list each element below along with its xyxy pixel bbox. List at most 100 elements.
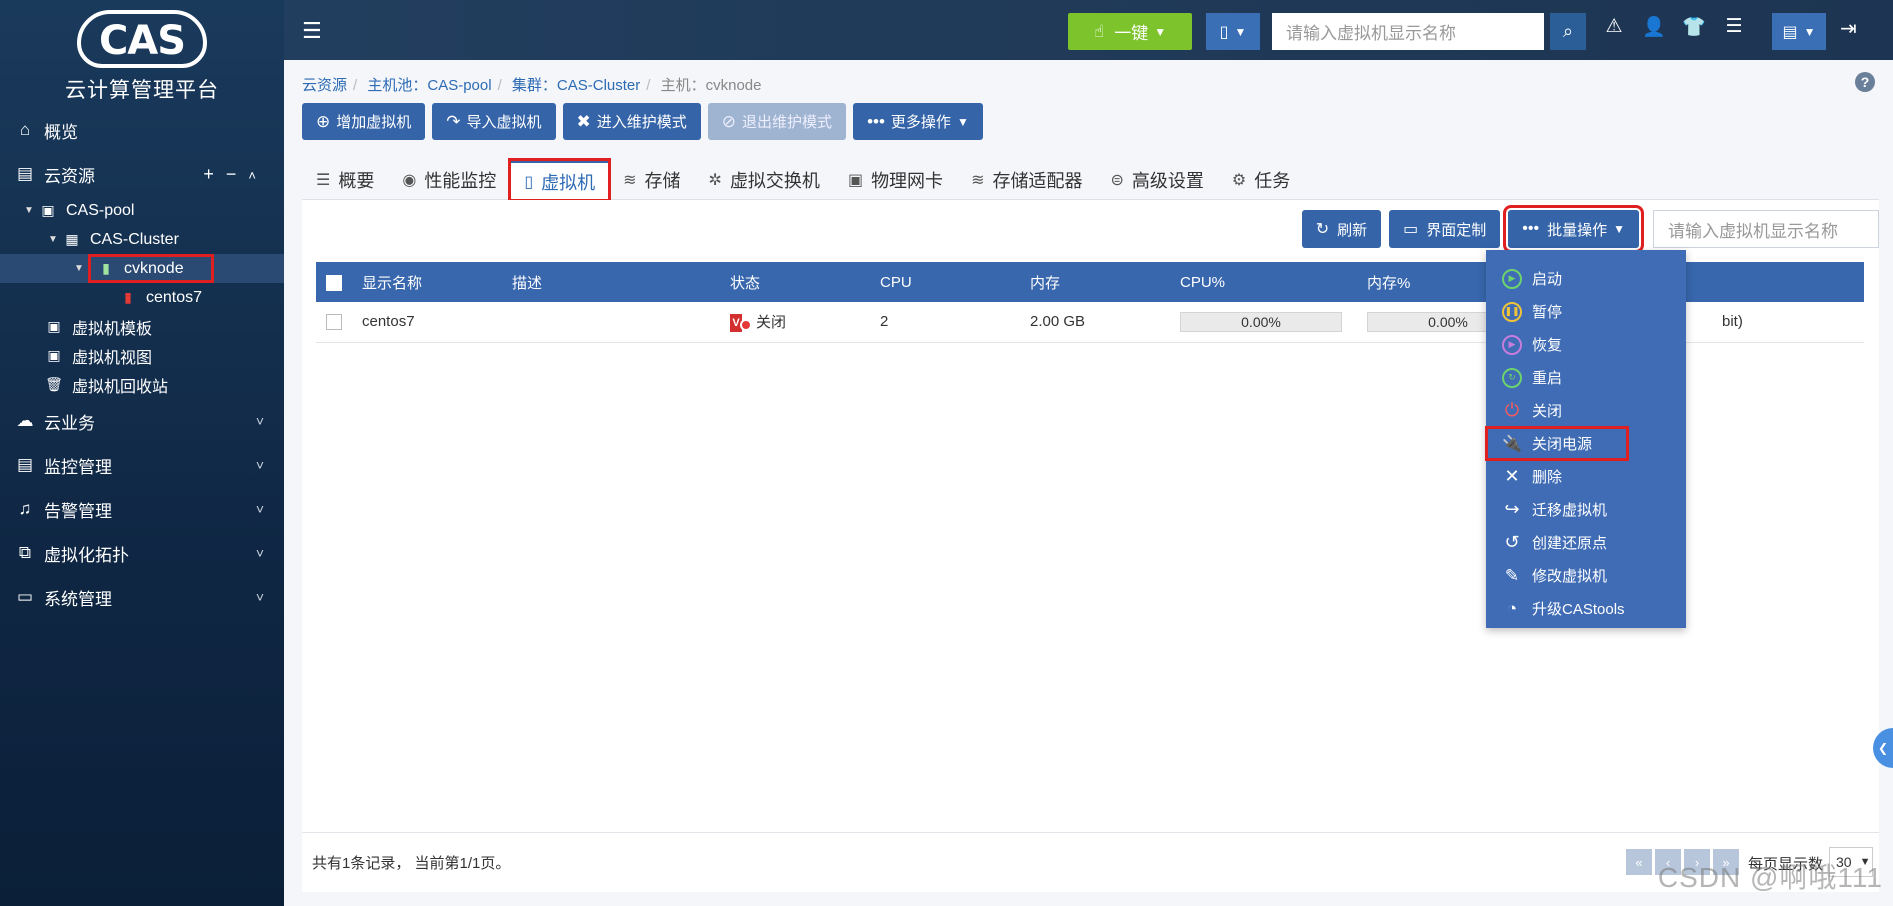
nav-monitor[interactable]: ▤ 监控管理 ˅ [0, 443, 284, 487]
breadcrumb-root[interactable]: 云资源 [302, 77, 347, 94]
menu-item-pause[interactable]: ❚❚ 暂停 [1486, 295, 1686, 328]
search-icon: ⌕ [1562, 21, 1574, 41]
nav-alarm[interactable]: ♫ 告警管理 ˅ [0, 487, 284, 531]
enter-maint-label: 进入维护模式 [596, 114, 687, 131]
col-status[interactable]: 状态 [720, 262, 870, 302]
tab-performance[interactable]: ◉ 性能监控 [388, 160, 510, 200]
more-ops-button[interactable]: ••• 更多操作 ▼ [853, 103, 983, 140]
ellipsis-icon: ••• [1522, 220, 1540, 237]
enter-maint-button[interactable]: ✖ 进入维护模式 [562, 103, 701, 140]
top-search-input[interactable]: 请输入虚拟机显示名称 [1272, 13, 1544, 50]
host-highlight: ▮ cvknode [88, 254, 214, 283]
menu-item-label: 删除 [1532, 469, 1563, 486]
menu-item-upgrade-tools[interactable]: ◔ 升级CAStools [1486, 592, 1686, 625]
menu-item-migrate[interactable]: ↪ 迁移虚拟机 [1486, 493, 1686, 526]
trash-icon: 🗑 [45, 376, 63, 392]
tab-advanced[interactable]: ⊜ 高级设置 [1096, 160, 1217, 200]
first-page-button[interactable]: « [1626, 849, 1652, 875]
list-icon[interactable]: ☰ [1722, 15, 1746, 39]
menu-item-start[interactable]: ▶ 启动 [1486, 262, 1686, 295]
breadcrumb-cluster[interactable]: 集群：CAS-Cluster [512, 77, 640, 94]
tree-expand-icon[interactable]: ▼ [24, 205, 38, 216]
tab-storage[interactable]: ≋ 存储 [609, 160, 694, 200]
add-node-icon[interactable]: + [203, 164, 226, 184]
tab-storage-adapter[interactable]: ≋ 存储适配器 [957, 160, 1096, 200]
tab-label: 性能监控 [424, 171, 497, 191]
menu-item-delete[interactable]: ✕ 删除 [1486, 460, 1686, 493]
cell-name[interactable]: centos7 [352, 302, 502, 343]
tab-vms[interactable]: ▯ 虚拟机 [508, 158, 612, 202]
tree-expand-icon[interactable]: ▼ [48, 234, 62, 245]
cluster-icon: ▦ [65, 231, 79, 247]
cell-memory: 2.00 GB [1020, 302, 1170, 343]
tree-cluster[interactable]: ▼ ▦ CAS-Cluster [0, 225, 284, 254]
tab-tasks[interactable]: ⚙ 任务 [1218, 160, 1304, 200]
col-name[interactable]: 显示名称 [352, 262, 502, 302]
nav-cloud-business[interactable]: ☁ 云业务 ˅ [0, 399, 284, 443]
nav-cloud-resources-label: 云资源 [44, 166, 95, 186]
menu-item-shutdown[interactable]: ⏻ 关闭 [1486, 394, 1686, 427]
batch-ops-label: 批量操作 [1547, 221, 1608, 239]
row-checkbox[interactable] [326, 314, 342, 331]
cas-logo: CAS [76, 10, 208, 68]
tree-host-label: cvknode [124, 259, 184, 277]
tree-expand-icon[interactable]: ▼ [74, 263, 88, 274]
tree-controls: +−˄ [203, 164, 268, 185]
menu-item-restart[interactable]: ↻ 重启 [1486, 361, 1686, 394]
cell-cpu-pct: 0.00% [1170, 302, 1357, 343]
nav-cloud-resources[interactable]: ▤ 云资源 +−˄ [0, 152, 284, 196]
vm-template-icon: ▣ [47, 318, 61, 334]
menu-toggle-icon[interactable]: ☰ [302, 18, 322, 44]
tree-vm[interactable]: ▮ centos7 [0, 283, 284, 312]
caret-down-icon: ▼ [1803, 24, 1816, 39]
sidebar: CAS 云计算管理平台 ⌂ 概览 ▤ 云资源 +−˄ ▼ ▣ CAS-pool … [0, 0, 284, 906]
nav-vm-recycle[interactable]: 🗑 虚拟机回收站 [0, 370, 284, 399]
batch-ops-button[interactable]: ••• 批量操作 ▼ [1503, 205, 1644, 253]
vm-search-input[interactable]: 请输入虚拟机显示名称 [1653, 210, 1879, 248]
refresh-button[interactable]: ↻ 刷新 [1301, 210, 1382, 248]
col-cpu[interactable]: CPU [870, 262, 1020, 302]
nav-system[interactable]: ▭ 系统管理 ˅ [0, 575, 284, 619]
database-icon: ≋ [623, 172, 637, 189]
menu-item-resume[interactable]: ▶ 恢复 [1486, 328, 1686, 361]
customize-button[interactable]: ▭ 界面定制 [1389, 210, 1501, 248]
nav-overview[interactable]: ⌂ 概览 [0, 108, 284, 152]
theme-shirt-icon[interactable]: 👕 [1682, 15, 1706, 39]
search-button[interactable]: ⌕ [1550, 13, 1586, 50]
tab-label: 存储 [644, 171, 681, 191]
remove-node-icon[interactable]: − [226, 164, 249, 184]
no-tools-icon: ⊘ [721, 111, 737, 131]
menu-item-snapshot[interactable]: ↺ 创建还原点 [1486, 526, 1686, 559]
user-icon[interactable]: 👤 [1642, 15, 1666, 39]
menu-item-label: 恢复 [1532, 337, 1563, 354]
exit-maint-button[interactable]: ⊘ 退出维护模式 [707, 103, 847, 140]
col-desc[interactable]: 描述 [502, 262, 720, 302]
nav-topology[interactable]: ⧉ 虚拟化拓扑 ˅ [0, 531, 284, 575]
tab-physical-nic[interactable]: ▣ 物理网卡 [834, 160, 957, 200]
col-memory[interactable]: 内存 [1020, 262, 1170, 302]
nav-vm-view[interactable]: ▣ 虚拟机视图 [0, 341, 284, 370]
tree-pool[interactable]: ▼ ▣ CAS-pool [0, 196, 284, 225]
menu-item-edit-vm[interactable]: ✎ 修改虚拟机 [1486, 559, 1686, 592]
col-cpu-pct[interactable]: CPU% [1170, 262, 1357, 302]
more-ops-label: 更多操作 [890, 114, 951, 131]
menu-item-label: 迁移虚拟机 [1532, 502, 1608, 519]
tab-summary[interactable]: ☰ 概要 [302, 160, 388, 200]
collapse-icon[interactable]: ˄ [248, 168, 268, 183]
onekey-button[interactable]: ☝ 一键 ▼ [1068, 13, 1192, 50]
import-vm-button[interactable]: ↷ 导入虚拟机 [432, 103, 556, 140]
add-vm-button[interactable]: ⊕ 增加虚拟机 [302, 103, 426, 140]
help-icon[interactable]: ? [1855, 72, 1875, 92]
breadcrumb-pool[interactable]: 主机池：CAS-pool [367, 77, 491, 94]
tree-host[interactable]: ▼ ▮ cvknode [0, 254, 284, 283]
layout-dropdown[interactable]: ▤ ▼ [1772, 13, 1826, 50]
select-all-checkbox[interactable] [326, 274, 342, 291]
logout-icon[interactable]: ⇥ [1840, 16, 1857, 41]
monitor-icon: ▭ [1403, 221, 1419, 238]
nav-vm-template[interactable]: ▣ 虚拟机模板 [0, 312, 284, 341]
window-icon: ▤ [1782, 23, 1798, 41]
menu-item-power-off[interactable]: 🔌 关闭电源 [1485, 426, 1629, 461]
tab-vswitch[interactable]: ✲ 虚拟交换机 [695, 160, 834, 200]
warning-icon[interactable]: ⚠ [1602, 15, 1626, 39]
search-type-dropdown[interactable]: ▯ ▼ [1206, 13, 1260, 50]
